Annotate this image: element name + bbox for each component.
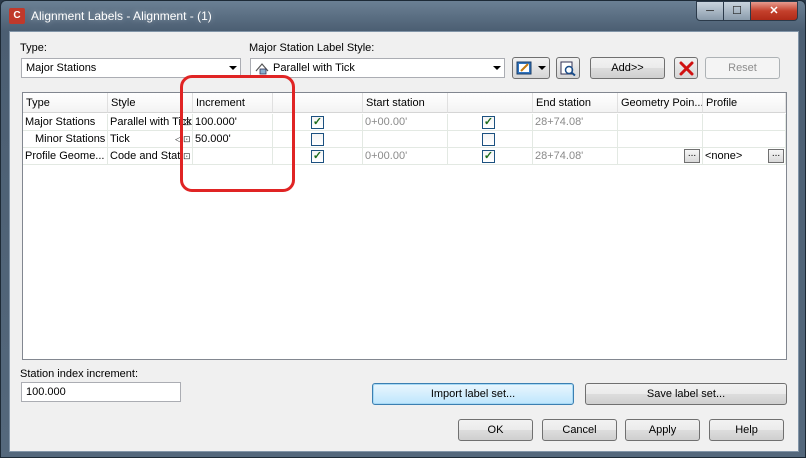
label-style-dropdown[interactable]: Parallel with Tick xyxy=(250,58,505,78)
cell-type: Profile Geome... xyxy=(23,148,108,165)
cell-start-station[interactable]: 0+00.00' xyxy=(363,148,448,165)
chevron-down-icon xyxy=(229,66,237,70)
add-button[interactable]: Add>> xyxy=(590,57,665,79)
cell-geometry-points[interactable] xyxy=(618,114,703,131)
end-station-checkbox[interactable]: ✓ xyxy=(482,150,495,163)
cell-type: Minor Stations xyxy=(23,131,108,148)
cell-profile[interactable] xyxy=(703,131,786,148)
app-icon: C xyxy=(9,8,25,24)
red-annotation-outline xyxy=(180,75,295,192)
grid-row-major-stations[interactable]: Major Stations Parallel with Tick ⊡ 100.… xyxy=(23,114,786,131)
red-x-icon xyxy=(679,61,694,76)
column-header-end-station[interactable]: End station xyxy=(533,93,618,113)
column-header-start-station[interactable]: Start station xyxy=(363,93,448,113)
preview-magnifier-icon xyxy=(560,61,576,76)
edit-style-icon xyxy=(516,61,532,75)
station-index-input[interactable]: 100.000 xyxy=(21,382,181,402)
start-station-checkbox[interactable] xyxy=(311,133,324,146)
save-label-set-button[interactable]: Save label set... xyxy=(585,383,787,405)
chevron-down-icon xyxy=(538,66,546,70)
column-header-profile[interactable]: Profile xyxy=(703,93,786,113)
dialog-window: C Alignment Labels - Alignment - (1) ─ ☐… xyxy=(0,0,806,458)
grid-row-profile-geometry[interactable]: Profile Geome... Code and Stati ⊡ ✓ 0+00… xyxy=(23,148,786,165)
column-header-end-check[interactable] xyxy=(448,93,533,113)
cell-end-check: ✓ xyxy=(448,114,533,131)
type-dropdown-value: Major Stations xyxy=(26,62,97,74)
style-label: Major Station Label Style: xyxy=(249,42,375,54)
cell-start-station[interactable]: 0+00.00' xyxy=(363,114,448,131)
cell-end-station[interactable]: 28+74.08' xyxy=(533,148,618,165)
station-index-label: Station index increment: xyxy=(20,368,139,380)
maximize-button[interactable]: ☐ xyxy=(723,1,751,21)
type-label: Type: xyxy=(20,42,47,54)
end-station-checkbox[interactable] xyxy=(482,133,495,146)
cell-end-station[interactable]: 28+74.08' xyxy=(533,114,618,131)
help-button[interactable]: Help xyxy=(709,419,784,441)
ok-button[interactable]: OK xyxy=(458,419,533,441)
delete-button[interactable] xyxy=(674,57,698,79)
grid-row-minor-stations[interactable]: Minor Stations Tick ◁ ⊡ 50.000' xyxy=(23,131,786,148)
column-header-type[interactable]: Type xyxy=(23,93,108,113)
start-station-checkbox[interactable]: ✓ xyxy=(311,150,324,163)
geometry-points-browse-button[interactable]: ... xyxy=(684,149,700,163)
cell-geometry-points[interactable] xyxy=(618,131,703,148)
end-station-checkbox[interactable]: ✓ xyxy=(482,116,495,129)
import-label-set-button[interactable]: Import label set... xyxy=(372,383,574,405)
profile-browse-button[interactable]: ... xyxy=(768,149,784,163)
cell-end-check xyxy=(448,131,533,148)
label-style-value: Parallel with Tick xyxy=(273,62,355,74)
start-station-checkbox[interactable]: ✓ xyxy=(311,116,324,129)
close-button[interactable]: ✕ xyxy=(750,1,798,21)
label-sets-grid: Type Style Increment Start station End s… xyxy=(22,92,787,360)
apply-button[interactable]: Apply xyxy=(625,419,700,441)
chevron-down-icon xyxy=(493,66,501,70)
edit-style-button[interactable] xyxy=(512,57,550,79)
dialog-client-area: Type: Major Stations Major Station Label… xyxy=(9,31,799,452)
minimize-button[interactable]: ─ xyxy=(696,1,724,21)
title-bar[interactable]: C Alignment Labels - Alignment - (1) ─ ☐… xyxy=(1,1,805,31)
cell-profile[interactable] xyxy=(703,114,786,131)
cell-end-station[interactable] xyxy=(533,131,618,148)
cell-end-check: ✓ xyxy=(448,148,533,165)
label-style-icon xyxy=(255,63,269,75)
column-header-geometry-points[interactable]: Geometry Poin... xyxy=(618,93,703,113)
window-title: Alignment Labels - Alignment - (1) xyxy=(31,9,212,23)
cell-type: Major Stations xyxy=(23,114,108,131)
preview-style-button[interactable] xyxy=(556,57,580,79)
reset-button[interactable]: Reset xyxy=(705,57,780,79)
cell-start-station[interactable] xyxy=(363,131,448,148)
cancel-button[interactable]: Cancel xyxy=(542,419,617,441)
